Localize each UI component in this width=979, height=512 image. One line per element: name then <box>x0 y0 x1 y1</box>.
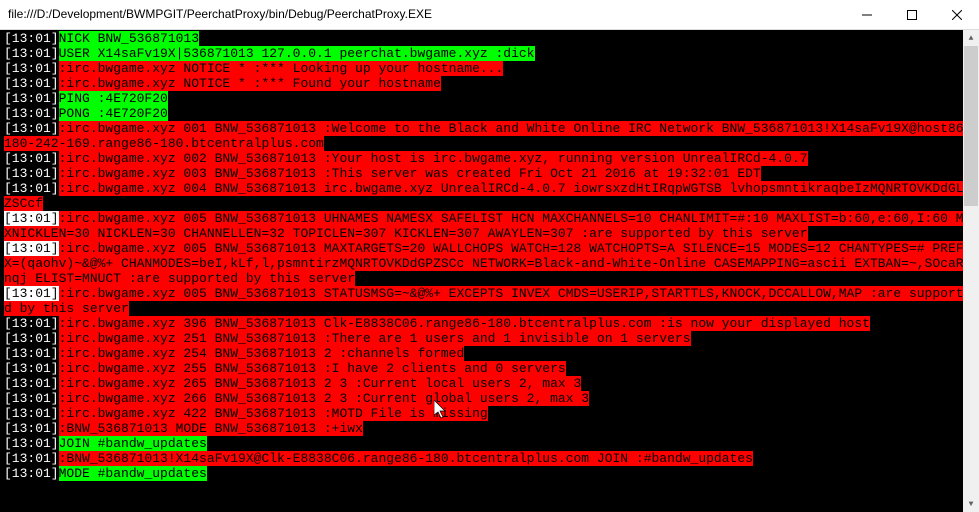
scrollbar-thumb[interactable] <box>964 46 978 206</box>
log-message: PING :4E720F20 <box>59 91 168 106</box>
timestamp: [13:01] <box>4 181 59 196</box>
timestamp: [13:01] <box>4 466 59 481</box>
log-message: :irc.bwgame.xyz 266 BNW_536871013 2 3 :C… <box>59 391 590 406</box>
timestamp: [13:01] <box>4 211 59 226</box>
log-line: [13:01]:irc.bwgame.xyz 255 BNW_536871013… <box>4 361 975 376</box>
log-line: [13:01]:irc.bwgame.xyz 251 BNW_536871013… <box>4 331 975 346</box>
log-message: :irc.bwgame.xyz 251 BNW_536871013 :There… <box>59 331 691 346</box>
timestamp: [13:01] <box>4 331 59 346</box>
log-message: :irc.bwgame.xyz 396 BNW_536871013 Clk-E8… <box>59 316 870 331</box>
log-message: :irc.bwgame.xyz NOTICE * :*** Looking up… <box>59 61 504 76</box>
scrollbar[interactable]: ▲ ▼ <box>963 30 979 512</box>
log-line: [13:01]:irc.bwgame.xyz 002 BNW_536871013… <box>4 151 975 166</box>
timestamp: [13:01] <box>4 241 59 256</box>
timestamp: [13:01] <box>4 406 59 421</box>
timestamp: [13:01] <box>4 316 59 331</box>
console-output: [13:01]NICK BNW_536871013[13:01]USER X14… <box>4 31 975 481</box>
log-line: [13:01]:irc.bwgame.xyz 005 BNW_536871013… <box>4 286 975 316</box>
log-message: JOIN #bandw_updates <box>59 436 207 451</box>
log-message: :BNW_536871013 MODE BNW_536871013 :+iwx <box>59 421 363 436</box>
log-message: :irc.bwgame.xyz 005 BNW_536871013 MAXTAR… <box>4 241 971 286</box>
minimize-button[interactable] <box>844 0 889 29</box>
scroll-down-arrow[interactable]: ▼ <box>963 496 979 512</box>
log-message: :irc.bwgame.xyz NOTICE * :*** Found your… <box>59 76 441 91</box>
log-message: :irc.bwgame.xyz 422 BNW_536871013 :MOTD … <box>59 406 488 421</box>
log-message: :irc.bwgame.xyz 003 BNW_536871013 :This … <box>59 166 761 181</box>
window-title: file:///D:/Development/BWMPGIT/PeerchatP… <box>0 7 844 22</box>
log-line: [13:01]:BNW_536871013 MODE BNW_536871013… <box>4 421 975 436</box>
timestamp: [13:01] <box>4 91 59 106</box>
log-line: [13:01]USER X14saFv19X|536871013 127.0.0… <box>4 46 975 61</box>
timestamp: [13:01] <box>4 106 59 121</box>
log-line: [13:01]NICK BNW_536871013 <box>4 31 975 46</box>
timestamp: [13:01] <box>4 391 59 406</box>
log-line: [13:01]:irc.bwgame.xyz 005 BNW_536871013… <box>4 241 975 286</box>
log-line: [13:01]:irc.bwgame.xyz 396 BNW_536871013… <box>4 316 975 331</box>
log-line: [13:01]:irc.bwgame.xyz 004 BNW_536871013… <box>4 181 975 211</box>
log-line: [13:01]:irc.bwgame.xyz 005 BNW_536871013… <box>4 211 975 241</box>
log-line: [13:01]:irc.bwgame.xyz 254 BNW_536871013… <box>4 346 975 361</box>
log-line: [13:01]:irc.bwgame.xyz NOTICE * :*** Loo… <box>4 61 975 76</box>
timestamp: [13:01] <box>4 361 59 376</box>
log-line: [13:01]:irc.bwgame.xyz 003 BNW_536871013… <box>4 166 975 181</box>
timestamp: [13:01] <box>4 451 59 466</box>
log-line: [13:01]:irc.bwgame.xyz 266 BNW_536871013… <box>4 391 975 406</box>
log-line: [13:01]JOIN #bandw_updates <box>4 436 975 451</box>
log-message: :irc.bwgame.xyz 254 BNW_536871013 2 :cha… <box>59 346 465 361</box>
timestamp: [13:01] <box>4 31 59 46</box>
log-message: :irc.bwgame.xyz 265 BNW_536871013 2 3 :C… <box>59 376 582 391</box>
log-line: [13:01]:irc.bwgame.xyz 422 BNW_536871013… <box>4 406 975 421</box>
timestamp: [13:01] <box>4 151 59 166</box>
close-button[interactable] <box>934 0 979 29</box>
window-controls <box>844 0 979 29</box>
timestamp: [13:01] <box>4 436 59 451</box>
log-message: :BNW_536871013!X14saFv19X@Clk-E8838C06.r… <box>59 451 753 466</box>
log-message: :irc.bwgame.xyz 004 BNW_536871013 irc.bw… <box>4 181 971 211</box>
timestamp: [13:01] <box>4 346 59 361</box>
titlebar[interactable]: file:///D:/Development/BWMPGIT/PeerchatP… <box>0 0 979 30</box>
log-line: [13:01]:BNW_536871013!X14saFv19X@Clk-E88… <box>4 451 975 466</box>
maximize-button[interactable] <box>889 0 934 29</box>
log-message: :irc.bwgame.xyz 005 BNW_536871013 STATUS… <box>4 286 971 316</box>
log-line: [13:01]:irc.bwgame.xyz 265 BNW_536871013… <box>4 376 975 391</box>
log-line: [13:01]PONG :4E720F20 <box>4 106 975 121</box>
timestamp: [13:01] <box>4 286 59 301</box>
timestamp: [13:01] <box>4 121 59 136</box>
log-line: [13:01]:irc.bwgame.xyz 001 BNW_536871013… <box>4 121 975 151</box>
log-message: :irc.bwgame.xyz 005 BNW_536871013 UHNAME… <box>4 211 971 241</box>
timestamp: [13:01] <box>4 46 59 61</box>
log-line: [13:01]MODE #bandw_updates <box>4 466 975 481</box>
log-message: :irc.bwgame.xyz 002 BNW_536871013 :Your … <box>59 151 808 166</box>
log-message: MODE #bandw_updates <box>59 466 207 481</box>
timestamp: [13:01] <box>4 376 59 391</box>
timestamp: [13:01] <box>4 76 59 91</box>
log-message: PONG :4E720F20 <box>59 106 168 121</box>
app-window: file:///D:/Development/BWMPGIT/PeerchatP… <box>0 0 979 512</box>
timestamp: [13:01] <box>4 61 59 76</box>
log-message: :irc.bwgame.xyz 001 BNW_536871013 :Welco… <box>4 121 971 151</box>
console-area[interactable]: [13:01]NICK BNW_536871013[13:01]USER X14… <box>0 30 979 512</box>
log-line: [13:01]:irc.bwgame.xyz NOTICE * :*** Fou… <box>4 76 975 91</box>
log-line: [13:01]PING :4E720F20 <box>4 91 975 106</box>
log-message: NICK BNW_536871013 <box>59 31 199 46</box>
timestamp: [13:01] <box>4 166 59 181</box>
scroll-up-arrow[interactable]: ▲ <box>963 30 979 46</box>
log-message: USER X14saFv19X|536871013 127.0.0.1 peer… <box>59 46 535 61</box>
timestamp: [13:01] <box>4 421 59 436</box>
log-message: :irc.bwgame.xyz 255 BNW_536871013 :I hav… <box>59 361 566 376</box>
